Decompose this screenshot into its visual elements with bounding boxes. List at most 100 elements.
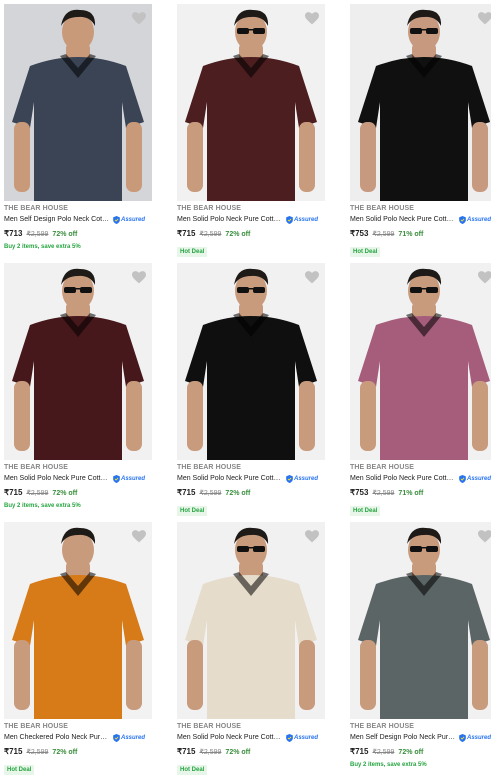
product-card[interactable]: THE BEAR HOUSE Men Solid Polo Neck Pure … [177,263,325,516]
wishlist-heart-icon[interactable] [477,10,491,26]
assured-shield-icon [286,733,293,742]
discount-percent: 72% off [225,231,251,238]
discount-percent: 72% off [398,749,424,756]
assured-label: Assured [121,734,146,741]
wishlist-heart-icon[interactable] [477,528,491,544]
model-photo [350,522,491,719]
product-info: THE BEAR HOUSE Men Self Design Polo Neck… [350,719,491,770]
discount-percent: 71% off [398,231,424,238]
product-image[interactable] [4,263,152,460]
product-image[interactable] [350,522,491,719]
product-card[interactable]: THE BEAR HOUSE Men Solid Polo Neck Pure … [350,263,491,516]
product-title[interactable]: Men Solid Polo Neck Pure Cotto... [177,473,283,484]
wishlist-heart-icon[interactable] [304,528,320,544]
product-info: THE BEAR HOUSE Men Solid Polo Neck Pure … [350,460,491,517]
product-brand: THE BEAR HOUSE [4,464,69,471]
assured-label: Assured [121,475,146,482]
product-image[interactable] [177,4,325,201]
product-card[interactable]: THE BEAR HOUSE Men Solid Polo Neck Pure … [177,522,325,775]
wishlist-heart-icon[interactable] [477,269,491,285]
hot-deal-badge: Hot Deal [177,765,208,775]
product-image[interactable] [350,263,491,460]
assured-badge: Assured [459,215,491,224]
product-brand: THE BEAR HOUSE [4,723,69,730]
discount-percent: 72% off [52,231,78,238]
product-image[interactable] [350,4,491,201]
product-info: THE BEAR HOUSE Men Checkered Polo Neck P… [4,719,152,776]
selling-price: ₹715 [4,488,23,497]
assured-shield-icon [113,215,120,224]
price-row: ₹715 ₹2,599 72% off [177,488,325,499]
hot-deal-badge: Hot Deal [177,506,208,516]
price-row: ₹715 ₹2,599 72% off [177,229,325,240]
product-brand: THE BEAR HOUSE [177,464,242,471]
product-image[interactable] [4,4,152,201]
assured-badge: Assured [286,733,319,742]
selling-price: ₹715 [350,747,369,756]
price-row: ₹715 ₹2,599 72% off [350,747,491,758]
product-card[interactable]: THE BEAR HOUSE Men Checkered Polo Neck P… [4,522,152,775]
discount-percent: 72% off [225,749,251,756]
product-title[interactable]: Men Self Design Polo Neck Cotto... [4,214,110,225]
assured-shield-icon [459,733,466,742]
product-title[interactable]: Men Solid Polo Neck Pure Cotto... [350,473,456,484]
hot-deal-badge: Hot Deal [177,247,208,257]
product-title[interactable]: Men Solid Polo Neck Pure Cotto... [350,214,456,225]
product-title-row: Men Self Design Polo Neck Pure... Assure… [350,732,491,743]
product-card[interactable]: THE BEAR HOUSE Men Self Design Polo Neck… [350,522,491,769]
assured-label: Assured [294,734,319,741]
product-title-row: Men Solid Polo Neck Pure Cotto... Assure… [4,473,152,484]
selling-price: ₹713 [4,229,23,238]
product-card[interactable]: THE BEAR HOUSE Men Self Design Polo Neck… [4,4,152,251]
assured-badge: Assured [286,474,319,483]
hot-deal-badge: Hot Deal [4,765,35,775]
price-row: ₹715 ₹2,599 72% off [4,488,152,499]
price-row: ₹713 ₹2,599 72% off [4,229,152,240]
model-photo [177,522,325,719]
model-photo [4,522,152,719]
assured-badge: Assured [113,474,146,483]
product-brand: THE BEAR HOUSE [350,205,415,212]
product-image[interactable] [177,263,325,460]
price-row: ₹753 ₹2,599 71% off [350,488,491,499]
product-title[interactable]: Men Solid Polo Neck Pure Cotto... [177,214,283,225]
product-title[interactable]: Men Solid Polo Neck Pure Cotto... [177,732,283,743]
bundle-offer: Buy 2 items, save extra 5% [350,762,427,768]
wishlist-heart-icon[interactable] [131,10,147,26]
product-title[interactable]: Men Checkered Polo Neck Pure ... [4,732,110,743]
wishlist-heart-icon[interactable] [131,528,147,544]
product-card[interactable]: THE BEAR HOUSE Men Solid Polo Neck Pure … [4,263,152,510]
product-brand: THE BEAR HOUSE [350,464,415,471]
wishlist-heart-icon[interactable] [304,269,320,285]
original-price: ₹2,599 [372,231,395,238]
discount-percent: 71% off [398,490,424,497]
model-photo [350,263,491,460]
price-row: ₹715 ₹2,599 72% off [177,747,325,758]
assured-label: Assured [294,475,319,482]
wishlist-heart-icon[interactable] [131,269,147,285]
product-info: THE BEAR HOUSE Men Solid Polo Neck Pure … [177,460,325,517]
assured-label: Assured [467,216,491,223]
wishlist-heart-icon[interactable] [304,10,320,26]
product-title[interactable]: Men Solid Polo Neck Pure Cotto... [4,473,110,484]
assured-label: Assured [294,216,319,223]
product-card[interactable]: THE BEAR HOUSE Men Solid Polo Neck Pure … [177,4,325,257]
original-price: ₹2,599 [372,490,395,497]
price-row: ₹715 ₹2,599 72% off [4,747,152,758]
assured-shield-icon [286,474,293,483]
product-image[interactable] [4,522,152,719]
product-info: THE BEAR HOUSE Men Solid Polo Neck Pure … [4,460,152,511]
product-title-row: Men Solid Polo Neck Pure Cotto... Assure… [350,473,491,484]
original-price: ₹2,599 [26,231,49,238]
product-card[interactable]: THE BEAR HOUSE Men Solid Polo Neck Pure … [350,4,491,257]
product-image[interactable] [177,522,325,719]
product-brand: THE BEAR HOUSE [350,723,415,730]
discount-percent: 72% off [52,749,78,756]
product-title[interactable]: Men Self Design Polo Neck Pure... [350,732,456,743]
price-row: ₹753 ₹2,599 71% off [350,229,491,240]
assured-badge: Assured [459,733,491,742]
original-price: ₹2,599 [26,749,49,756]
model-photo [350,4,491,201]
product-title-row: Men Solid Polo Neck Pure Cotto... Assure… [177,473,325,484]
product-brand: THE BEAR HOUSE [4,205,69,212]
